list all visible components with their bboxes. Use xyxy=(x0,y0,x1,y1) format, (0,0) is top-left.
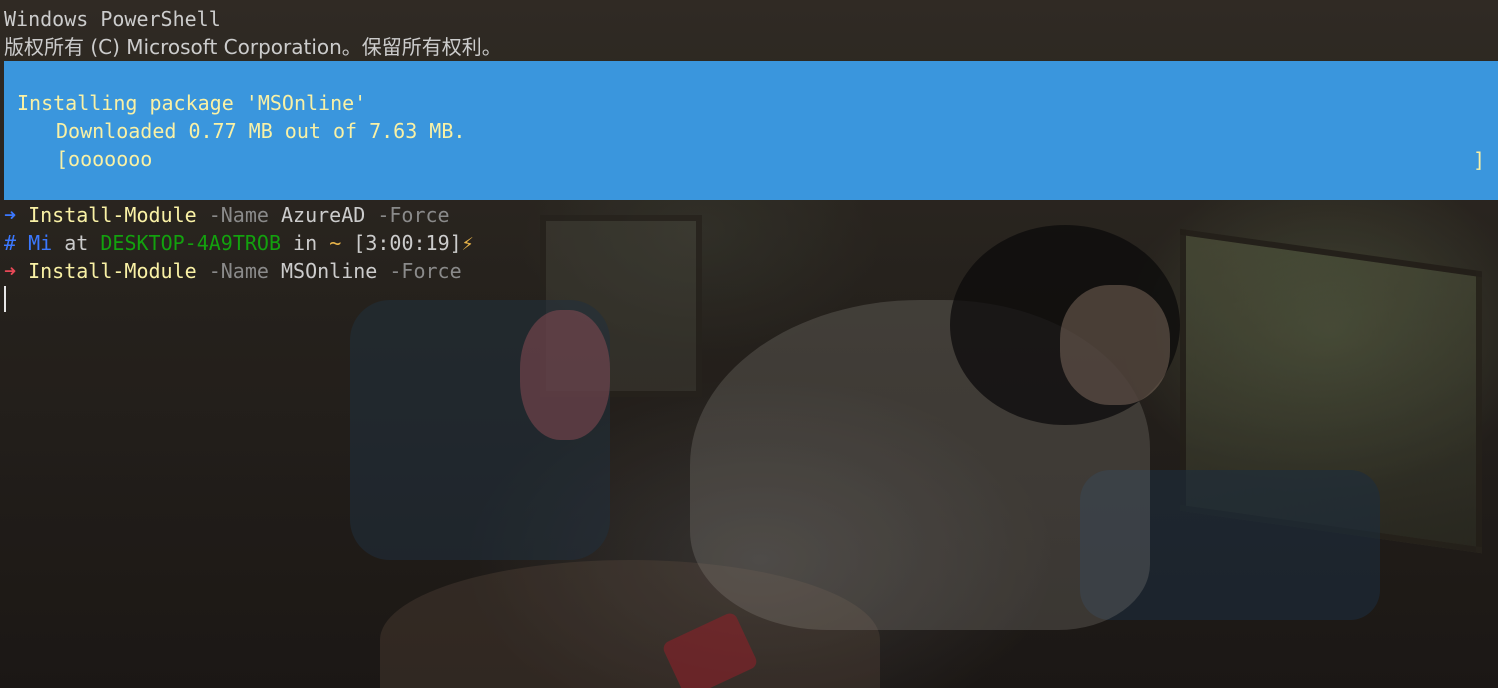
progress-bar-open: [ xyxy=(56,147,69,171)
param-name: -Name xyxy=(208,259,269,283)
lightning-icon: ⚡ xyxy=(461,231,474,255)
prompt-host: DESKTOP-4A9TROB xyxy=(100,231,281,255)
prompt-at: at xyxy=(64,231,89,255)
param-name: -Name xyxy=(208,203,269,227)
history-command-1: ➜ Install-Module -Name AzureAD -Force xyxy=(4,201,450,229)
text-cursor[interactable] xyxy=(4,286,6,312)
progress-panel: Installing package 'MSOnline' Downloaded… xyxy=(4,61,1498,200)
param-value: MSOnline xyxy=(280,259,378,283)
cmdlet-name: Install-Module xyxy=(28,259,197,283)
prompt-in: in xyxy=(293,231,318,255)
prompt-arrow-error-icon: ➜ xyxy=(4,259,17,283)
prompt-hash: # xyxy=(4,231,17,255)
prompt-user: Mi xyxy=(28,231,53,255)
prompt-path: ~ xyxy=(329,231,342,255)
history-command-2: ➜ Install-Module -Name MSOnline -Force xyxy=(4,257,462,285)
terminal-window[interactable]: Windows PowerShell 版权所有 (C) Microsoft Co… xyxy=(0,0,1498,688)
copyright-line: 版权所有 (C) Microsoft Corporation。保留所有权利。 xyxy=(4,35,502,59)
progress-activity: Installing package 'MSOnline' xyxy=(17,91,367,115)
param-force: -Force xyxy=(389,259,462,283)
progress-status: Downloaded 0.77 MB out of 7.63 MB. xyxy=(56,119,466,143)
progress-bar-fill: ooooooo xyxy=(68,147,153,171)
prompt-line: # Mi at DESKTOP-4A9TROB in ~ [3:00:19]⚡ xyxy=(4,229,474,257)
cmdlet-name: Install-Module xyxy=(28,203,197,227)
param-value: AzureAD xyxy=(280,203,366,227)
prompt-time: [3:00:19] xyxy=(353,231,462,255)
progress-bar-close: ] xyxy=(1473,148,1486,172)
progress-bar: [ooooooo xyxy=(56,145,152,173)
param-force: -Force xyxy=(377,203,450,227)
shell-title-line: Windows PowerShell xyxy=(4,7,221,31)
prompt-arrow-icon: ➜ xyxy=(4,203,17,227)
